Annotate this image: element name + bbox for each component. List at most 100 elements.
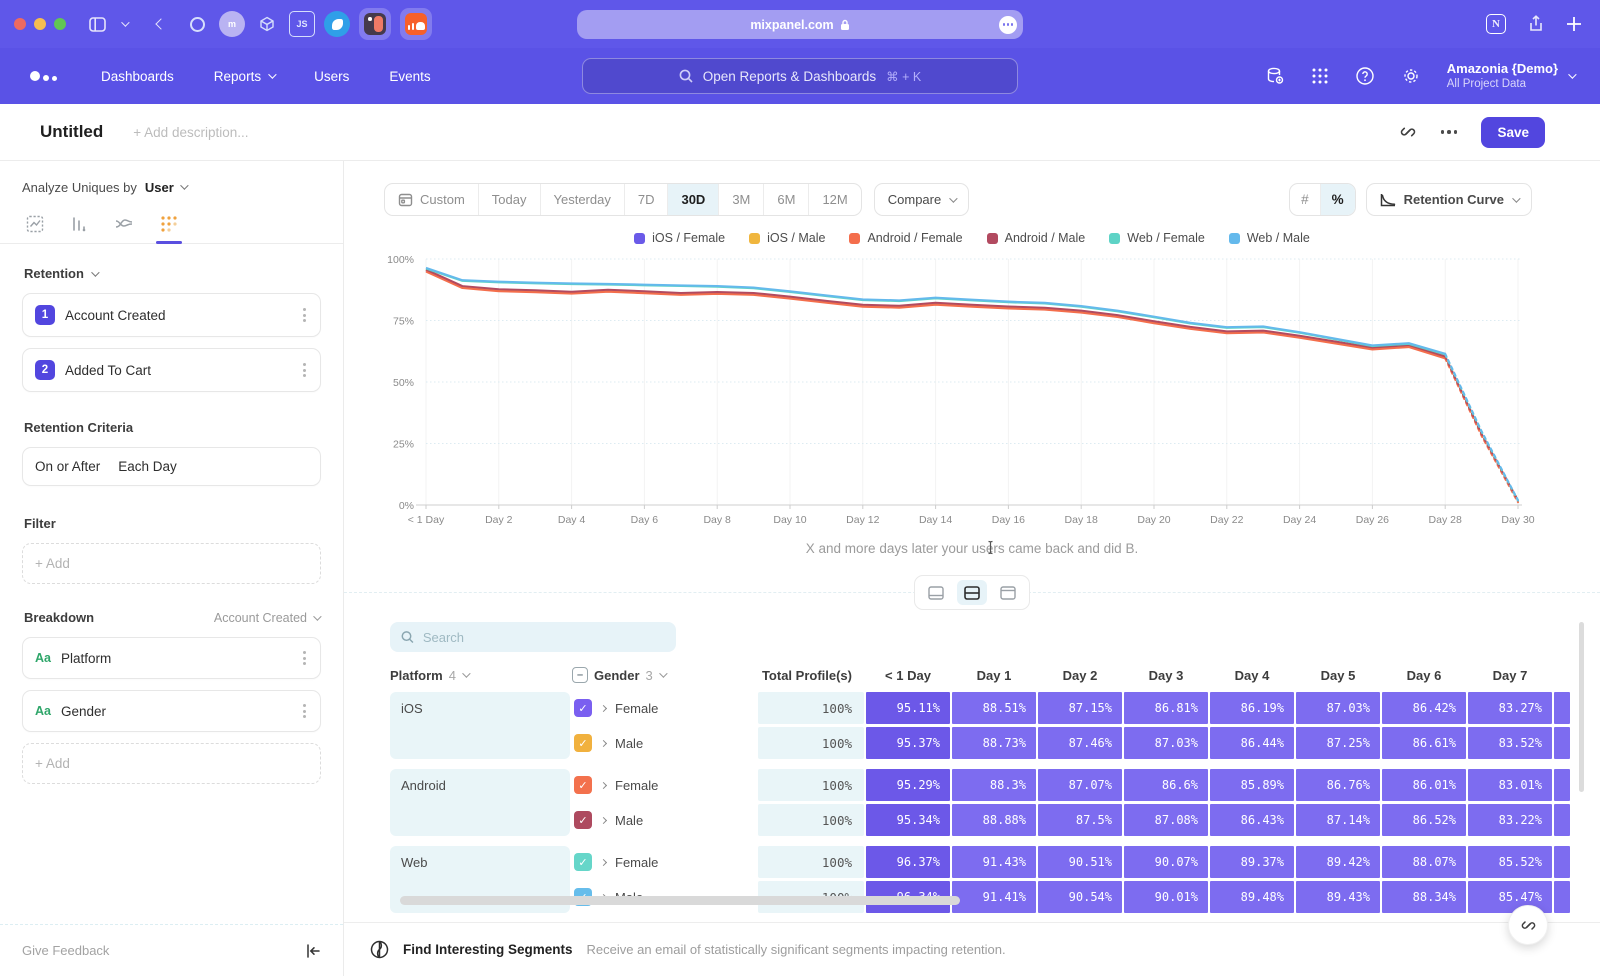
range-30d[interactable]: 30D	[668, 184, 719, 215]
back-icon[interactable]	[148, 11, 174, 37]
retention-value-cell[interactable]: 83.01%	[1468, 769, 1552, 801]
chart-only-view-button[interactable]	[921, 580, 951, 605]
tab-bird-icon[interactable]	[324, 11, 350, 37]
extensions-badge-icon[interactable]	[999, 16, 1017, 34]
apps-grid-icon[interactable]	[1311, 67, 1329, 85]
help-icon[interactable]	[1355, 66, 1375, 86]
tab-js-icon[interactable]: JS	[289, 11, 315, 37]
series-checkbox[interactable]: ✓	[574, 776, 592, 794]
segments-title[interactable]: Find Interesting Segments	[403, 942, 573, 957]
retention-value-cell[interactable]: 88.73%	[952, 727, 1036, 759]
gender-cell-female[interactable]: ✓Female	[572, 846, 756, 878]
retention-value-cell[interactable]: 88.34%	[1382, 881, 1466, 913]
retention-value-cell[interactable]: 96.37%	[866, 846, 950, 878]
retention-value-cell[interactable]: 95.29%	[866, 769, 950, 801]
percent-format-button[interactable]: %	[1321, 184, 1355, 215]
more-options-icon[interactable]	[1441, 130, 1458, 134]
retention-value-cell[interactable]: 90.01%	[1124, 881, 1208, 913]
tab-insights[interactable]	[26, 215, 44, 243]
chevron-down-icon[interactable]	[116, 11, 132, 37]
report-title[interactable]: Untitled	[40, 122, 103, 142]
series-checkbox[interactable]: ✓	[574, 811, 592, 829]
analyze-entity[interactable]: User	[145, 180, 174, 195]
expand-row-icon[interactable]	[600, 816, 607, 823]
step-card-added-to-cart[interactable]: 2 Added To Cart	[22, 348, 321, 392]
range-yesterday[interactable]: Yesterday	[541, 184, 625, 215]
table-horizontal-scrollbar[interactable]	[400, 896, 960, 905]
breakdown-options-icon[interactable]	[301, 649, 308, 667]
number-format-button[interactable]: #	[1290, 184, 1321, 215]
close-window-icon[interactable]	[14, 18, 26, 30]
step-options-icon[interactable]	[301, 361, 308, 379]
expand-row-icon[interactable]	[600, 781, 607, 788]
legend-item[interactable]: Android / Male	[987, 231, 1086, 245]
retention-value-cell[interactable]: 87.03%	[1124, 727, 1208, 759]
copy-link-icon[interactable]	[1399, 123, 1417, 141]
retention-value-cell[interactable]: 87.03%	[1296, 692, 1380, 724]
retention-value-cell[interactable]: 87.14%	[1296, 804, 1380, 836]
retention-value-cell[interactable]: 86.44%	[1210, 727, 1294, 759]
nav-item-events[interactable]: Events	[389, 69, 430, 84]
settings-gear-icon[interactable]	[1401, 66, 1421, 86]
save-button[interactable]: Save	[1481, 117, 1545, 148]
retention-value-cell[interactable]: 89.37%	[1210, 846, 1294, 878]
retention-value-cell[interactable]: 85.89%	[1210, 769, 1294, 801]
expand-row-icon[interactable]	[600, 858, 607, 865]
retention-value-cell[interactable]: 86.81%	[1124, 692, 1208, 724]
add-description[interactable]: + Add description...	[133, 125, 1399, 140]
table-search-input[interactable]	[423, 630, 665, 645]
legend-item[interactable]: iOS / Female	[634, 231, 725, 245]
retention-value-cell[interactable]: 89.43%	[1296, 881, 1380, 913]
tab-cube-icon[interactable]	[254, 11, 280, 37]
filter-add-button[interactable]: + Add	[22, 543, 321, 584]
table-vertical-scrollbar[interactable]	[1579, 622, 1584, 902]
retention-value-cell[interactable]: 86.19%	[1210, 692, 1294, 724]
range-3m[interactable]: 3M	[719, 184, 764, 215]
criteria-interval[interactable]: Each Day	[118, 459, 177, 474]
gender-cell-male[interactable]: ✓Male	[572, 804, 756, 836]
legend-item[interactable]: Web / Male	[1229, 231, 1310, 245]
retention-value-cell[interactable]: 91.43%	[952, 846, 1036, 878]
tab-funnels[interactable]	[70, 215, 88, 243]
criteria-card[interactable]: On or After Each Day	[22, 447, 321, 486]
nav-item-dashboards[interactable]: Dashboards	[101, 69, 174, 84]
window-controls[interactable]	[14, 18, 66, 30]
collapse-sidebar-icon[interactable]	[306, 944, 321, 958]
tab-target-icon[interactable]	[184, 11, 210, 37]
retention-value-cell[interactable]: 87.5%	[1038, 804, 1122, 836]
criteria-operator[interactable]: On or After	[35, 459, 100, 474]
retention-value-cell[interactable]: 88.3%	[952, 769, 1036, 801]
retention-value-cell[interactable]: 91.41%	[952, 881, 1036, 913]
legend-item[interactable]: Web / Female	[1109, 231, 1205, 245]
retention-value-cell[interactable]: 88.07%	[1382, 846, 1466, 878]
minimize-window-icon[interactable]	[34, 18, 46, 30]
gender-cell-female[interactable]: ✓Female	[572, 769, 756, 801]
share-link-fab[interactable]	[1508, 905, 1548, 945]
series-checkbox[interactable]: ✓	[574, 699, 592, 717]
chart-type-dropdown[interactable]: Retention Curve	[1366, 183, 1532, 216]
select-all-checkbox[interactable]: –	[572, 667, 588, 683]
series-checkbox[interactable]: ✓	[574, 853, 592, 871]
retention-value-cell[interactable]: 86.01%	[1382, 769, 1466, 801]
split-view-button[interactable]	[957, 580, 987, 605]
new-tab-icon[interactable]	[1566, 16, 1582, 32]
address-bar[interactable]: mixpanel.com	[577, 10, 1023, 39]
gender-cell-female[interactable]: ✓Female	[572, 692, 756, 724]
series-checkbox[interactable]: ✓	[574, 734, 592, 752]
give-feedback-link[interactable]: Give Feedback	[22, 943, 109, 958]
range-12m[interactable]: 12M	[809, 184, 860, 215]
global-search[interactable]: Open Reports & Dashboards ⌘ + K	[582, 58, 1018, 94]
table-only-view-button[interactable]	[993, 580, 1023, 605]
expand-row-icon[interactable]	[600, 739, 607, 746]
table-search[interactable]	[390, 622, 676, 652]
retention-value-cell[interactable]: 83.22%	[1468, 804, 1552, 836]
retention-value-cell[interactable]: 90.51%	[1038, 846, 1122, 878]
retention-chart[interactable]: < 1 DayDay 2Day 4Day 6Day 8Day 10Day 12D…	[378, 247, 1568, 539]
breakdown-scope-dropdown[interactable]: Account Created	[214, 611, 319, 625]
breakdown-card-gender[interactable]: Aa Gender	[22, 690, 321, 732]
breakdown-options-icon[interactable]	[301, 702, 308, 720]
range-7d[interactable]: 7D	[625, 184, 669, 215]
range-custom[interactable]: Custom	[385, 184, 479, 215]
retention-value-cell[interactable]: 83.27%	[1468, 692, 1552, 724]
tab-soundcloud-icon[interactable]	[400, 8, 432, 40]
